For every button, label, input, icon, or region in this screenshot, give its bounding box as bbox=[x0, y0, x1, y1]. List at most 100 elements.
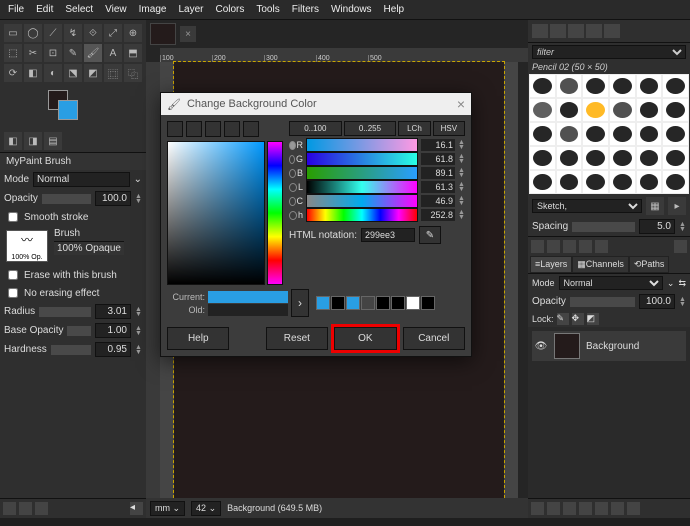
refresh-brush-icon[interactable] bbox=[595, 240, 608, 253]
image-tab[interactable] bbox=[150, 23, 176, 45]
eyedropper-icon[interactable]: ✎ bbox=[419, 226, 441, 244]
menu-edit[interactable]: Edit bbox=[36, 4, 53, 15]
lock-position-icon[interactable]: ✥ bbox=[572, 313, 584, 325]
tool-19[interactable]: ⿴ bbox=[104, 64, 122, 82]
zoom-select[interactable]: 42 ⌄ bbox=[191, 501, 221, 516]
brush-menu-icon[interactable]: ▸ bbox=[668, 197, 686, 215]
channel-radio-G[interactable]: G bbox=[289, 154, 303, 164]
tool-1[interactable]: ◯ bbox=[24, 24, 42, 42]
picker-mode-2[interactable] bbox=[205, 121, 221, 137]
brush-filter-input[interactable]: filter bbox=[532, 45, 686, 59]
lock-pixels-icon[interactable]: ✎ bbox=[557, 313, 569, 325]
brush-category-select[interactable]: Sketch, bbox=[532, 199, 642, 213]
brush-thumb-4[interactable] bbox=[636, 74, 663, 98]
channel-radio-R[interactable]: R bbox=[289, 140, 303, 150]
close-tab-icon[interactable]: × bbox=[180, 26, 196, 42]
tool-4[interactable]: ⟐ bbox=[84, 24, 102, 42]
brush-thumb-21[interactable] bbox=[609, 146, 636, 170]
help-button[interactable]: Help bbox=[167, 327, 229, 350]
brush-thumb-6[interactable] bbox=[529, 98, 556, 122]
channel-slider-L[interactable] bbox=[306, 180, 418, 194]
color-field[interactable] bbox=[167, 141, 265, 285]
baseop-slider[interactable] bbox=[67, 326, 91, 336]
spacing-value[interactable]: 5.0 bbox=[639, 219, 675, 234]
switch-icon[interactable]: ⇆ bbox=[678, 278, 686, 289]
new-brush-icon[interactable] bbox=[547, 240, 560, 253]
brush-thumb-24[interactable] bbox=[529, 170, 556, 194]
layer-action-1[interactable] bbox=[547, 502, 560, 515]
brush-grid-icon[interactable]: ▦ bbox=[646, 197, 664, 215]
edit-brush-icon[interactable] bbox=[531, 240, 544, 253]
brush-thumb-20[interactable] bbox=[582, 146, 609, 170]
tool-7[interactable]: ⬚ bbox=[4, 44, 22, 62]
brush-thumb-11[interactable] bbox=[662, 98, 689, 122]
menu-tools[interactable]: Tools bbox=[256, 4, 279, 15]
images-tab[interactable]: ▤ bbox=[44, 132, 62, 150]
tool-15[interactable]: ◧ bbox=[24, 64, 42, 82]
channel-value-R[interactable]: 16.1 bbox=[421, 139, 455, 151]
erase-checkbox[interactable]: Erase with this brush bbox=[0, 266, 146, 284]
radius-slider[interactable] bbox=[39, 307, 91, 317]
history-swatch-1[interactable] bbox=[331, 296, 345, 310]
brush-menu2-icon[interactable] bbox=[674, 240, 687, 253]
tool-10[interactable]: ✎ bbox=[64, 44, 82, 62]
right-tab-1[interactable] bbox=[550, 24, 566, 38]
brush-thumb-27[interactable] bbox=[609, 170, 636, 194]
tool-0[interactable]: ▭ bbox=[4, 24, 22, 42]
tool-17[interactable]: ⬔ bbox=[64, 64, 82, 82]
brush-thumb-13[interactable] bbox=[556, 122, 583, 146]
menu-filters[interactable]: Filters bbox=[292, 4, 319, 15]
menu-windows[interactable]: Windows bbox=[331, 4, 372, 15]
menu-file[interactable]: File bbox=[8, 4, 24, 15]
dialog-titlebar[interactable]: 🖌 Change Background Color × bbox=[161, 93, 471, 115]
channel-radio-B[interactable]: B bbox=[289, 168, 303, 178]
brush-thumb-7[interactable] bbox=[556, 98, 583, 122]
channel-stepper-C[interactable]: ▲▼ bbox=[458, 196, 465, 206]
smooth-stroke-checkbox[interactable]: Smooth stroke bbox=[0, 208, 146, 226]
history-swatch-7[interactable] bbox=[421, 296, 435, 310]
channel-radio-C[interactable]: C bbox=[289, 196, 303, 206]
layer-mode-select[interactable]: Normal bbox=[559, 276, 663, 290]
opacity-value[interactable]: 100.0 bbox=[95, 191, 131, 206]
right-tab-3[interactable] bbox=[586, 24, 602, 38]
tool-14[interactable]: ⟳ bbox=[4, 64, 22, 82]
menu-help[interactable]: Help bbox=[384, 4, 405, 15]
tool-16[interactable]: ◐ bbox=[44, 64, 62, 82]
brush-thumb-19[interactable] bbox=[556, 146, 583, 170]
brush-thumb-0[interactable] bbox=[529, 74, 556, 98]
brush-thumb-28[interactable] bbox=[636, 170, 663, 194]
channel-radio-L[interactable]: L bbox=[289, 182, 303, 192]
history-swatch-0[interactable] bbox=[316, 296, 330, 310]
menu-colors[interactable]: Colors bbox=[215, 4, 244, 15]
layer-action-6[interactable] bbox=[627, 502, 640, 515]
restore-preset-icon[interactable] bbox=[19, 502, 32, 515]
tool-18[interactable]: ◩ bbox=[84, 64, 102, 82]
brush-preview[interactable]: 〰100% Op. bbox=[6, 230, 48, 262]
brush-thumb-3[interactable] bbox=[609, 74, 636, 98]
layer-row[interactable]: 👁 Background bbox=[532, 331, 686, 361]
html-notation-input[interactable] bbox=[361, 228, 415, 242]
hardness-stepper[interactable]: ▲▼ bbox=[135, 345, 142, 355]
brush-thumb-16[interactable] bbox=[636, 122, 663, 146]
paths-tab[interactable]: ⟲Paths bbox=[629, 256, 670, 273]
brush-thumb-22[interactable] bbox=[636, 146, 663, 170]
radius-value[interactable]: 3.01 bbox=[95, 304, 131, 319]
range-100-button[interactable]: 0..100 bbox=[289, 121, 342, 136]
layer-action-5[interactable] bbox=[611, 502, 624, 515]
spacing-slider[interactable] bbox=[572, 222, 635, 232]
ok-button[interactable]: OK bbox=[334, 327, 396, 350]
channel-stepper-G[interactable]: ▲▼ bbox=[458, 154, 465, 164]
tool-12[interactable]: A bbox=[104, 44, 122, 62]
no-erasing-checkbox[interactable]: No erasing effect bbox=[0, 284, 146, 302]
picker-mode-4[interactable] bbox=[243, 121, 259, 137]
channel-slider-R[interactable] bbox=[306, 138, 418, 152]
lch-button[interactable]: LCh bbox=[398, 121, 430, 136]
history-swatch-6[interactable] bbox=[406, 296, 420, 310]
layer-thumbnail[interactable] bbox=[554, 333, 580, 359]
channel-slider-G[interactable] bbox=[306, 152, 418, 166]
brush-thumb-15[interactable] bbox=[609, 122, 636, 146]
reset-button[interactable]: Reset bbox=[266, 327, 328, 350]
hardness-slider[interactable] bbox=[51, 345, 91, 355]
hsv-button[interactable]: HSV bbox=[433, 121, 465, 136]
history-swatch-3[interactable] bbox=[361, 296, 375, 310]
